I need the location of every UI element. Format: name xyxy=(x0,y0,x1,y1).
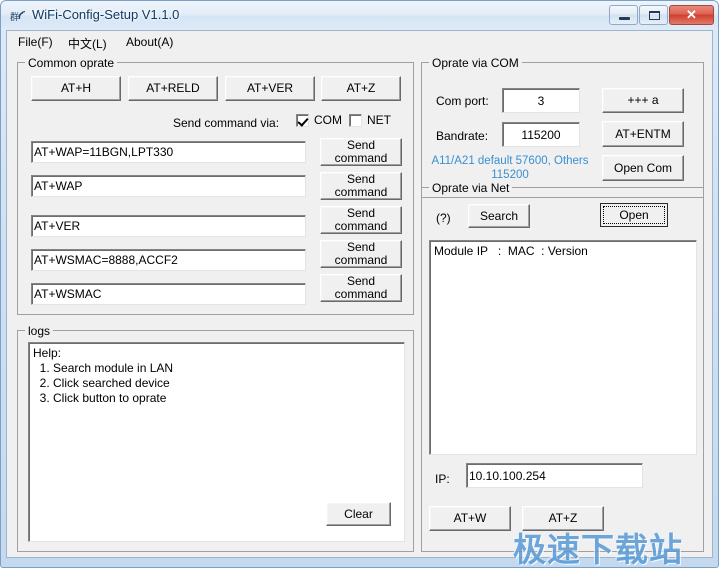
command-input-5[interactable]: AT+WSMAC xyxy=(31,283,306,305)
command-input-4[interactable]: AT+WSMAC=8888,ACCF2 xyxy=(31,249,306,271)
bandrate-input[interactable]: 115200 xyxy=(502,122,580,147)
menu-item-about[interactable]: About(A) xyxy=(121,34,178,50)
quick-button-at-z[interactable]: AT+Z xyxy=(321,76,401,101)
open-button[interactable]: Open xyxy=(600,203,668,227)
log-line: 2. Click searched device xyxy=(33,376,170,390)
wifi-signal-icon: 群 xyxy=(10,8,26,24)
log-line: Help: xyxy=(33,346,62,360)
window-controls: ✕ xyxy=(609,5,714,25)
command-input-1[interactable]: AT+WAP=11BGN,LPT330 xyxy=(31,141,306,163)
title-bar[interactable]: 群 WiFi-Config-Setup V1.1.0 ✕ xyxy=(1,1,718,30)
window-title: WiFi-Config-Setup V1.1.0 xyxy=(32,7,180,22)
application-window: 群 WiFi-Config-Setup V1.1.0 ✕ File(F) 中文(… xyxy=(0,0,719,569)
logs-caption: logs xyxy=(25,324,54,338)
module-list[interactable]: Module IP : MAC : Version xyxy=(429,240,697,455)
ip-input[interactable]: 10.10.100.254 xyxy=(466,463,643,488)
send-command-button-4[interactable]: Send command xyxy=(320,240,402,268)
send-command-via-label: Send command via: xyxy=(173,116,280,130)
quick-button-at-ver[interactable]: AT+VER xyxy=(225,76,315,101)
bandrate-hint-text: A11/A21 default 57600, Others 115200 xyxy=(431,155,589,181)
close-icon: ✕ xyxy=(686,7,697,22)
open-com-button[interactable]: Open Com xyxy=(602,155,684,181)
log-line: 1. Search module in LAN xyxy=(33,361,174,375)
net-help-marker[interactable]: (?) xyxy=(436,211,451,225)
checkbox-com-label: COM xyxy=(314,113,342,127)
send-command-button-3[interactable]: Send command xyxy=(320,206,402,234)
common-operate-caption: Common oprate xyxy=(25,56,118,70)
maximize-icon xyxy=(649,11,660,20)
search-button[interactable]: Search xyxy=(468,204,530,228)
open-button-label: Open xyxy=(619,207,649,222)
checkbox-net-box[interactable] xyxy=(349,113,362,127)
at-w-button[interactable]: AT+W xyxy=(429,506,511,531)
send-command-button-5[interactable]: Send command xyxy=(320,274,402,302)
at-z-button[interactable]: AT+Z xyxy=(522,506,604,531)
quick-button-at-h[interactable]: AT+H xyxy=(31,76,121,101)
common-operate-group: Common oprate AT+H AT+RELD AT+VER AT+Z S… xyxy=(17,56,414,315)
log-line: 3. Click button to oprate xyxy=(33,391,167,405)
client-area: File(F) 中文(L) About(A) Common oprate AT+… xyxy=(6,30,713,569)
ip-label: IP: xyxy=(435,472,450,486)
plus-plus-plus-a-button[interactable]: +++ a xyxy=(602,88,684,113)
menu-item-file[interactable]: File(F) xyxy=(13,34,58,50)
operate-via-net-group: Oprate via Net (?) Search Open Module IP… xyxy=(421,181,704,552)
checkbox-com[interactable]: COM xyxy=(296,113,342,127)
operate-via-net-caption: Oprate via Net xyxy=(429,181,513,195)
operate-via-com-group: Oprate via COM Com port: 3 Bandrate: 115… xyxy=(421,56,704,198)
checkbox-net-label: NET xyxy=(367,113,391,127)
svg-text:群: 群 xyxy=(10,11,19,23)
operate-via-com-caption: Oprate via COM xyxy=(429,56,522,70)
maximize-button[interactable] xyxy=(639,5,668,25)
close-button[interactable]: ✕ xyxy=(669,5,714,25)
com-port-input[interactable]: 3 xyxy=(502,88,580,113)
clear-logs-button[interactable]: Clear xyxy=(326,502,391,526)
com-port-label: Com port: xyxy=(436,94,489,108)
menu-item-chinese[interactable]: 中文(L) xyxy=(63,34,112,53)
logs-group: logs Help: 1. Search module in LAN 2. Cl… xyxy=(17,324,414,552)
send-command-button-2[interactable]: Send command xyxy=(320,172,402,200)
checkbox-net[interactable]: NET xyxy=(349,113,391,127)
quick-button-at-reld[interactable]: AT+RELD xyxy=(128,76,218,101)
checkbox-com-box[interactable] xyxy=(296,113,309,127)
command-input-3[interactable]: AT+VER xyxy=(31,215,306,237)
minimize-icon xyxy=(619,17,630,20)
send-command-button-1[interactable]: Send command xyxy=(320,138,402,166)
minimize-button[interactable] xyxy=(609,5,638,25)
bandrate-label: Bandrate: xyxy=(436,129,489,143)
command-input-2[interactable]: AT+WAP xyxy=(31,175,306,197)
module-list-header: Module IP : MAC : Version xyxy=(434,244,588,258)
at-entm-button[interactable]: AT+ENTM xyxy=(602,121,684,147)
menu-bar: File(F) 中文(L) About(A) xyxy=(7,31,712,51)
